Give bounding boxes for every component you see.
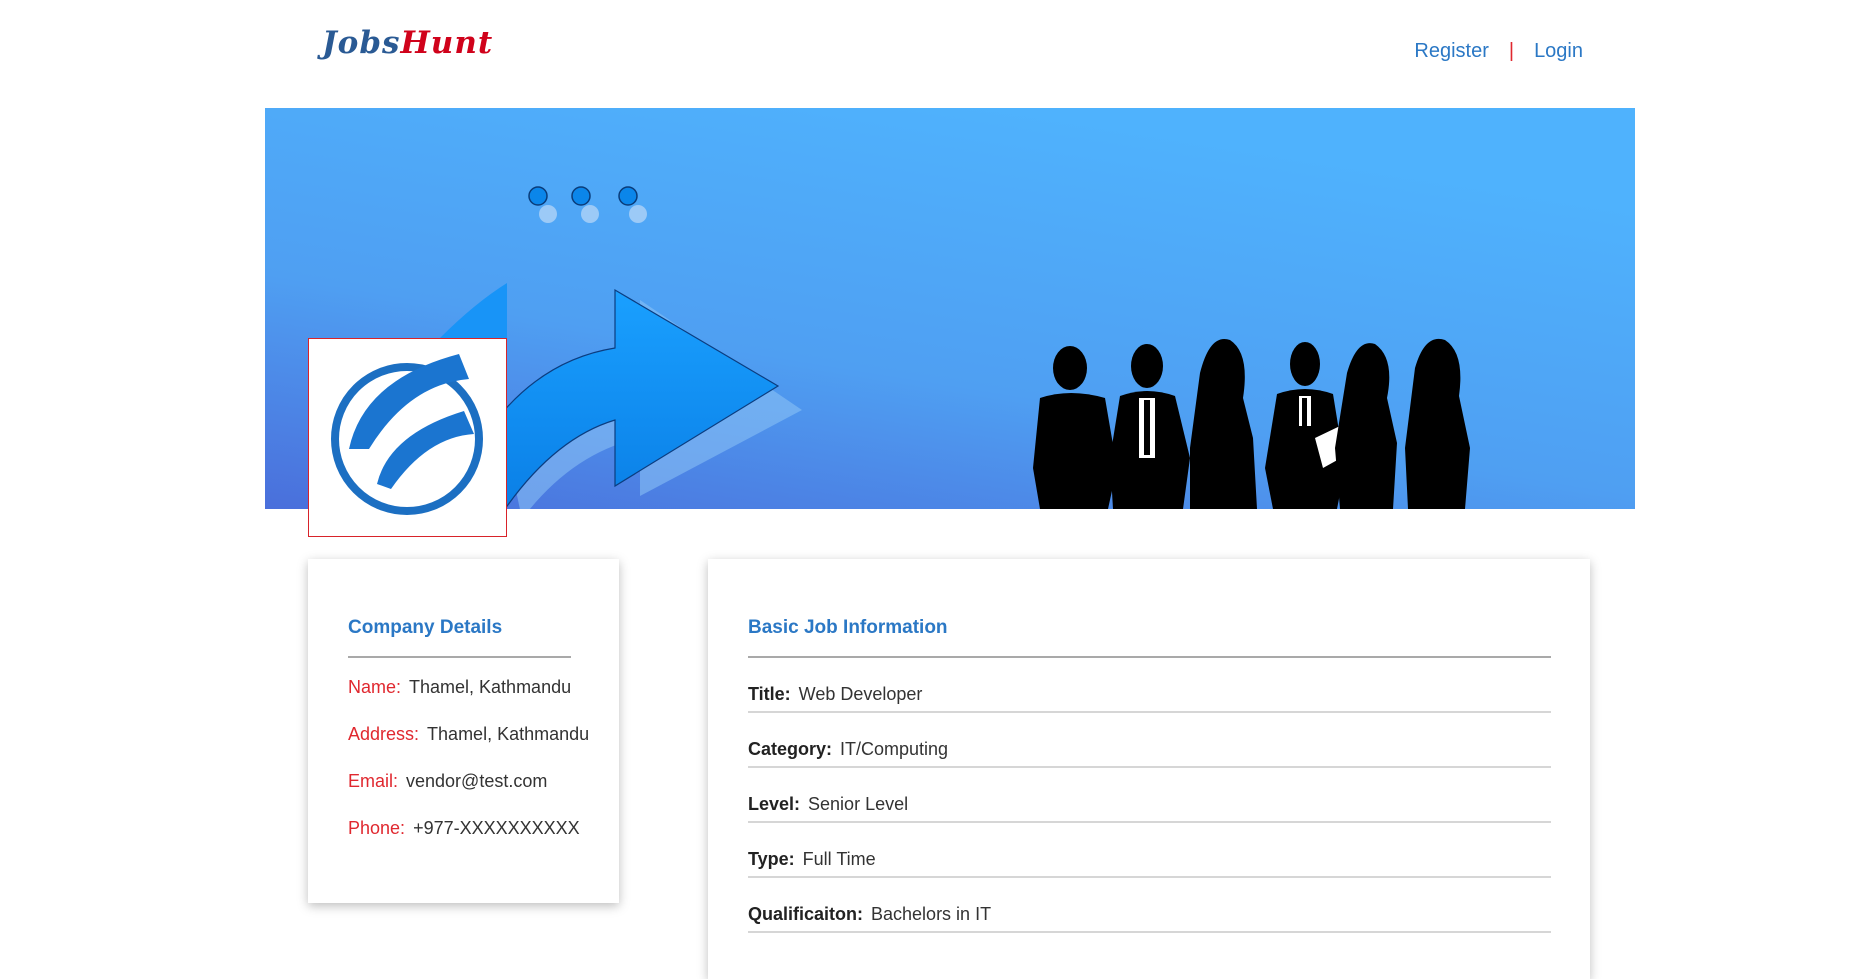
job-level-row: Level: Senior Level [748,768,1551,823]
field-label: Address: [348,724,420,744]
login-link[interactable]: Login [1534,40,1583,63]
field-label: Type: [748,849,795,869]
job-title-row: Title: Web Developer [748,658,1551,713]
field-value: Thamel, Kathmandu [427,724,590,744]
company-phone-row: Phone: +977-XXXXXXXXXX [348,818,580,839]
basic-job-info-card: Basic Job Information Title: Web Develope… [708,559,1590,979]
company-swoosh-logo-icon [331,354,483,515]
company-name-row: Name: Thamel, Kathmandu [348,677,571,698]
field-value: Web Developer [798,684,923,704]
company-address-row: Address: Thamel, Kathmandu [348,724,589,745]
field-value: Senior Level [808,794,909,814]
title-divider [348,656,571,658]
nav-separator: | [1508,40,1515,62]
logo-text-hunt: Hunt [400,25,494,61]
register-link[interactable]: Register [1414,40,1488,63]
field-label: Name: [348,677,402,697]
company-details-title: Company Details [348,617,503,638]
field-value: IT/Computing [840,739,949,759]
field-value: +977-XXXXXXXXXX [413,818,580,838]
job-type-row: Type: Full Time [748,823,1551,878]
logo-text-jobs: Jobs [322,25,401,61]
field-label: Level: [748,794,801,814]
field-value: Thamel, Kathmandu [409,677,572,697]
company-email-row: Email: vendor@test.com [348,771,547,792]
field-label: Category: [748,739,833,759]
field-value: Full Time [802,849,876,869]
field-label: Phone: [348,818,406,838]
site-logo[interactable]: JobsHunt [322,28,493,59]
job-qualification-row: Qualificaiton: Bachelors in IT [748,878,1551,933]
field-label: Qualificaiton: [748,904,864,924]
company-details-card: Company Details Name: Thamel, Kathmandu A… [308,559,619,903]
top-nav: Register | Login [1414,40,1583,63]
field-label: Title: [748,684,791,704]
field-label: Email: [348,771,399,791]
field-value: Bachelors in IT [871,904,992,924]
basic-job-info-title: Basic Job Information [748,617,948,638]
field-value: vendor@test.com [406,771,548,791]
company-logo [308,338,507,537]
job-category-row: Category: IT/Computing [748,713,1551,768]
